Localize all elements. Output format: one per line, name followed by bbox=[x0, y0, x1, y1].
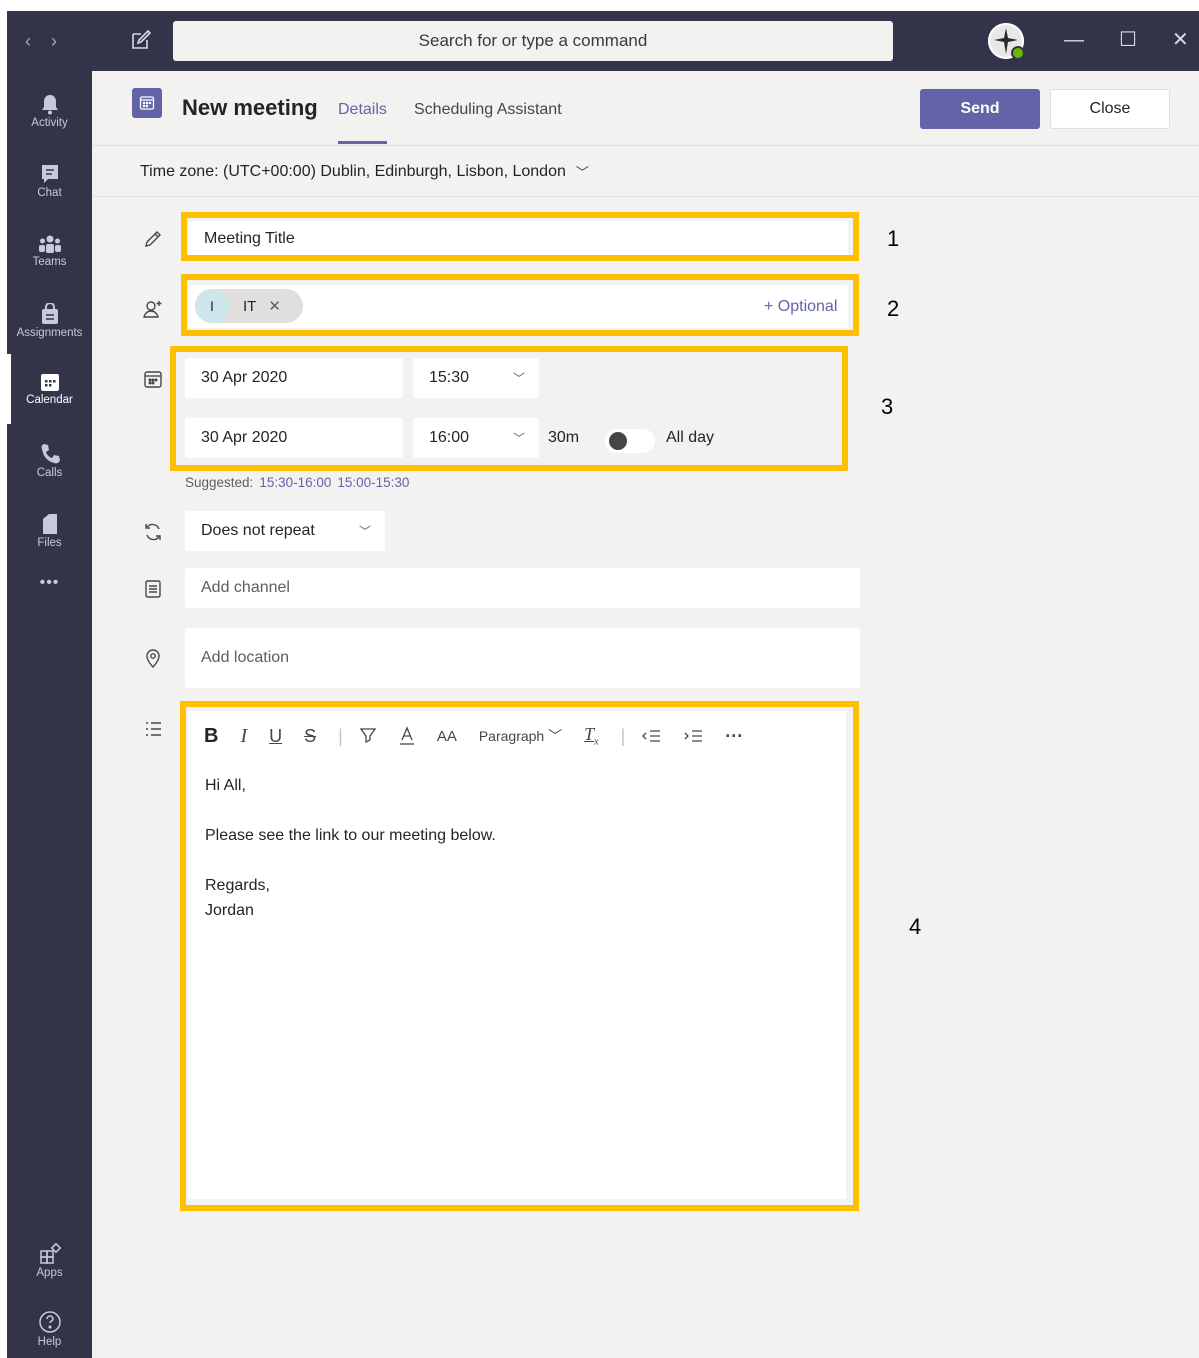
maximize-icon[interactable]: ☐ bbox=[1119, 25, 1137, 55]
app-bar: Activity Chat Teams Assignments Calendar… bbox=[7, 71, 92, 1358]
repeat-select[interactable]: Does not repeat ﹀ bbox=[185, 511, 385, 551]
annotation-number-2: 2 bbox=[887, 296, 900, 321]
chat-icon bbox=[41, 165, 58, 183]
appbar-item-chat[interactable]: Chat bbox=[7, 146, 92, 216]
suggested-times: Suggested: 15:30-16:00 15:00-15:30 bbox=[185, 475, 409, 490]
help-icon bbox=[38, 1311, 61, 1333]
add-attendee-icon bbox=[143, 301, 162, 318]
meeting-calendar-icon bbox=[132, 88, 162, 118]
suggested-time-1[interactable]: 15:30-16:00 bbox=[259, 475, 331, 490]
teams-window: ‹ › Search for or type a command — ☐ ✕ A… bbox=[0, 0, 1199, 1358]
send-button[interactable]: Send bbox=[920, 89, 1040, 129]
appbar-item-calls[interactable]: Calls bbox=[7, 426, 92, 496]
history-nav: ‹ › bbox=[25, 29, 57, 53]
highlight-box-1 bbox=[181, 212, 859, 261]
timezone-selector[interactable]: Time zone: (UTC+00:00) Dublin, Edinburgh… bbox=[92, 147, 1199, 197]
annotation-number-4: 4 bbox=[909, 914, 922, 939]
appbar-item-calendar[interactable]: Calendar bbox=[7, 354, 92, 424]
tab-scheduling-assistant[interactable]: Scheduling Assistant bbox=[414, 101, 562, 119]
apps-icon bbox=[39, 1243, 61, 1264]
add-location-input[interactable]: Add location bbox=[185, 628, 860, 688]
more-icon: ••• bbox=[39, 574, 60, 591]
channel-icon bbox=[145, 580, 161, 598]
bell-icon bbox=[41, 95, 58, 115]
details-list-icon bbox=[146, 722, 161, 736]
page-title: New meeting bbox=[182, 95, 318, 120]
compose-icon[interactable] bbox=[129, 28, 153, 52]
phone-icon bbox=[41, 444, 60, 464]
repeat-icon bbox=[145, 523, 161, 541]
highlight-box-4 bbox=[180, 701, 859, 1211]
repeat-value: Does not repeat bbox=[201, 522, 315, 539]
forward-button[interactable]: › bbox=[51, 29, 57, 53]
appbar-item-teams[interactable]: Teams bbox=[7, 216, 92, 286]
assignments-icon bbox=[41, 303, 58, 324]
title-bar: ‹ › Search for or type a command — ☐ ✕ bbox=[7, 11, 1199, 71]
teams-icon bbox=[38, 235, 61, 253]
calendar-date-icon bbox=[144, 371, 162, 388]
presence-available-icon bbox=[1011, 46, 1025, 60]
add-channel-input[interactable]: Add channel bbox=[185, 568, 860, 608]
chevron-down-icon: ﹀ bbox=[575, 165, 589, 180]
appbar-item-apps[interactable]: Apps bbox=[7, 1226, 92, 1296]
pencil-icon bbox=[145, 231, 161, 247]
suggested-label: Suggested: bbox=[185, 475, 254, 490]
tab-details[interactable]: Details bbox=[338, 101, 387, 144]
highlight-box-2 bbox=[181, 274, 859, 336]
appbar-item-activity[interactable]: Activity bbox=[7, 76, 92, 146]
back-button[interactable]: ‹ bbox=[25, 29, 31, 53]
appbar-item-assignments[interactable]: Assignments bbox=[7, 286, 92, 356]
appbar-item-help[interactable]: Help bbox=[7, 1294, 92, 1358]
chevron-down-icon: ﹀ bbox=[358, 524, 371, 539]
location-icon bbox=[146, 649, 160, 668]
annotation-number-3: 3 bbox=[881, 394, 894, 419]
minimize-icon[interactable]: — bbox=[1064, 25, 1084, 55]
appbar-item-more[interactable]: ••• bbox=[7, 563, 92, 603]
meeting-form-pane: New meeting Details Scheduling Assistant… bbox=[92, 71, 1199, 1358]
suggested-time-2[interactable]: 15:00-15:30 bbox=[337, 475, 409, 490]
file-icon bbox=[42, 514, 57, 534]
appbar-item-files[interactable]: Files bbox=[7, 496, 92, 566]
close-button[interactable]: Close bbox=[1050, 89, 1170, 129]
close-window-icon[interactable]: ✕ bbox=[1172, 25, 1189, 55]
calendar-icon bbox=[40, 374, 59, 391]
annotation-number-1: 1 bbox=[887, 226, 900, 251]
highlight-box-3 bbox=[170, 346, 848, 471]
search-input[interactable]: Search for or type a command bbox=[173, 21, 893, 61]
meeting-header: New meeting Details Scheduling Assistant… bbox=[92, 71, 1199, 146]
timezone-label: Time zone: (UTC+00:00) Dublin, Edinburgh… bbox=[140, 162, 566, 180]
